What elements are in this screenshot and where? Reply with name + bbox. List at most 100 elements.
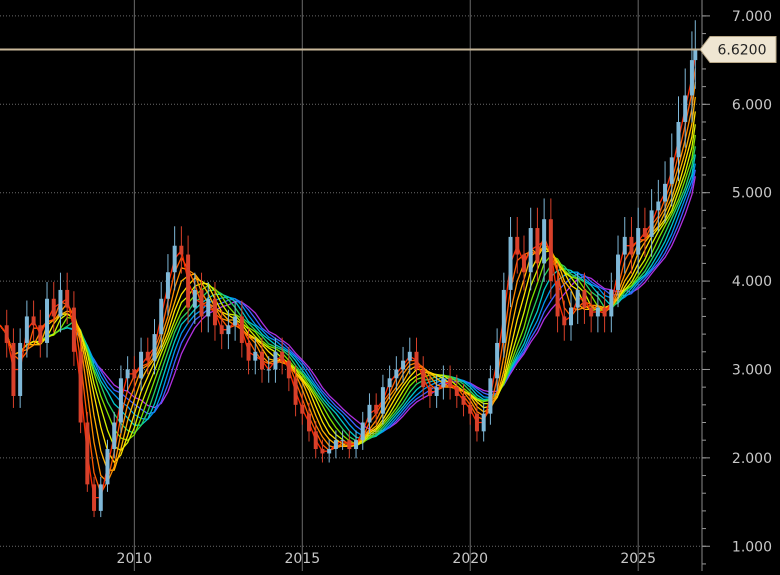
candle-body bbox=[360, 422, 365, 441]
candle-body bbox=[11, 342, 16, 396]
candle-body bbox=[179, 245, 184, 255]
candle-body bbox=[468, 404, 473, 414]
candle-body bbox=[280, 351, 285, 361]
candle-body bbox=[246, 342, 251, 361]
candle-body bbox=[535, 228, 540, 264]
candle-body bbox=[569, 307, 574, 326]
candle-body bbox=[693, 49, 698, 61]
price-chart: 1.000 2.000 3.000 4.000 5.000 6.000 7.000 2010 2… bbox=[0, 0, 777, 571]
x-tick-label: 2020 bbox=[452, 551, 488, 567]
candle-body bbox=[421, 369, 426, 388]
y-tick-label: 3.000 bbox=[732, 362, 772, 378]
candle-body bbox=[663, 183, 668, 202]
candle-body bbox=[582, 289, 587, 308]
candle-body bbox=[555, 281, 560, 317]
candle-body bbox=[186, 254, 191, 308]
candle-body bbox=[139, 351, 144, 379]
candle-body bbox=[199, 289, 204, 317]
chart: 1.000 2.000 3.000 4.000 5.000 6.000 7.000 2010 2… bbox=[0, 0, 780, 571]
candle-body bbox=[387, 378, 392, 388]
candle-body bbox=[622, 236, 627, 255]
candle-body bbox=[474, 413, 479, 432]
candle-body bbox=[58, 289, 63, 317]
candle-body bbox=[401, 360, 406, 370]
candle-body bbox=[589, 307, 594, 317]
candle-body bbox=[689, 60, 694, 96]
candle-body bbox=[286, 360, 291, 379]
candle-body bbox=[145, 351, 150, 361]
candle-body bbox=[31, 316, 36, 326]
x-tick-label: 2010 bbox=[117, 551, 153, 567]
last-price-label: 6.6200 bbox=[718, 42, 767, 58]
moving-average-ribbon bbox=[0, 54, 696, 499]
ribbon-line bbox=[0, 54, 696, 499]
candle-body bbox=[340, 440, 345, 442]
candle-body bbox=[300, 404, 305, 414]
candle-body bbox=[71, 307, 76, 352]
candle-body bbox=[461, 395, 466, 405]
candle-body bbox=[515, 236, 520, 255]
ribbon-line bbox=[0, 124, 696, 451]
candle-body bbox=[441, 378, 446, 388]
candle-body bbox=[602, 307, 607, 317]
candle-body bbox=[548, 219, 553, 282]
candle-body bbox=[521, 254, 526, 273]
candle-body bbox=[629, 236, 634, 255]
x-tick-label: 2025 bbox=[620, 551, 656, 567]
candle-body bbox=[112, 422, 117, 450]
candle-body bbox=[636, 228, 641, 255]
candle-body bbox=[266, 369, 271, 371]
candle-body bbox=[206, 298, 211, 317]
y-tick-label: 2.000 bbox=[732, 451, 772, 467]
candle-body bbox=[45, 298, 50, 343]
candlesticks bbox=[4, 20, 698, 518]
candle-body bbox=[481, 413, 486, 432]
candle-body bbox=[125, 369, 130, 379]
x-tick-label: 2015 bbox=[284, 551, 320, 567]
candle-body bbox=[219, 325, 224, 335]
candle-body bbox=[427, 387, 432, 396]
candle-body bbox=[508, 236, 513, 290]
candle-body bbox=[488, 378, 493, 414]
candle-body bbox=[85, 422, 90, 485]
candle-body bbox=[501, 289, 506, 343]
candle-body bbox=[313, 431, 318, 450]
candle-body bbox=[92, 484, 97, 511]
candle-body bbox=[407, 351, 412, 361]
candle-body bbox=[642, 228, 647, 237]
y-tick-label: 4.000 bbox=[732, 274, 772, 290]
candle-body bbox=[233, 316, 238, 326]
candle-body bbox=[374, 404, 379, 414]
y-tick-label: 6.000 bbox=[732, 97, 772, 113]
candle-body bbox=[239, 316, 244, 343]
candle-body bbox=[165, 272, 170, 299]
candle-body bbox=[542, 219, 547, 264]
candle-body bbox=[595, 307, 600, 317]
ribbon-line bbox=[0, 134, 696, 445]
candle-body bbox=[78, 351, 83, 423]
candle-body bbox=[65, 289, 70, 308]
candle-body bbox=[18, 342, 23, 396]
candle-body bbox=[253, 351, 258, 361]
candle-body bbox=[132, 369, 137, 379]
candle-body bbox=[98, 484, 103, 511]
candle-body bbox=[172, 245, 177, 273]
candle-body bbox=[649, 210, 654, 237]
candle-body bbox=[676, 121, 681, 158]
candle-body bbox=[307, 413, 312, 432]
candle-body bbox=[320, 449, 325, 454]
candle-body bbox=[212, 298, 217, 326]
candle-body bbox=[51, 298, 56, 317]
candle-body bbox=[226, 325, 231, 335]
candle-body bbox=[562, 316, 567, 326]
candle-body bbox=[24, 316, 29, 343]
candle-body bbox=[609, 289, 614, 317]
candle-body bbox=[159, 298, 164, 335]
y-tick-label: 7.000 bbox=[732, 9, 772, 25]
candle-body bbox=[118, 378, 123, 423]
y-tick-label: 5.000 bbox=[732, 186, 772, 202]
candle-body bbox=[656, 201, 661, 211]
candle-body bbox=[38, 325, 43, 343]
candle-body bbox=[354, 440, 359, 450]
candle-body bbox=[616, 254, 621, 290]
